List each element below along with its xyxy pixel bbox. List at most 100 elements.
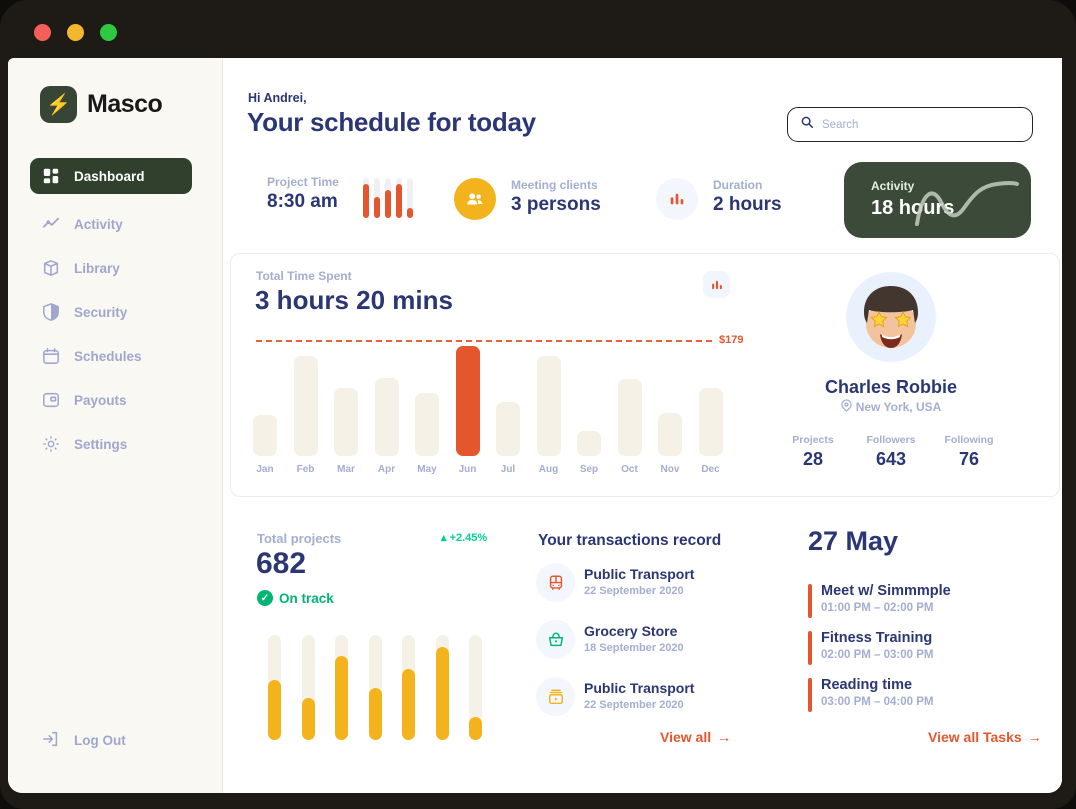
arrow-right-icon: → (717, 729, 731, 745)
stat-label: Project Time (267, 175, 339, 189)
logout-button[interactable]: Log Out (42, 730, 126, 751)
task-row[interactable]: Fitness Training 02:00 PM – 03:00 PM (808, 630, 1038, 666)
line-chart-icon (42, 215, 60, 233)
app-window: ⚡ Masco Dashboard Act (0, 0, 1076, 809)
transaction-date: 22 September 2020 (584, 699, 684, 711)
check-circle-icon: ✓ (257, 590, 273, 606)
mini-bar-fill (374, 197, 380, 218)
projects-chart-bar-fill (436, 647, 449, 740)
threshold-label: $179 (719, 334, 743, 346)
task-row[interactable]: Meet w/ Simmmple 01:00 PM – 02:00 PM (808, 583, 1038, 619)
basket-icon (536, 620, 575, 659)
projects-chart-bar-fill (402, 669, 415, 740)
activity-card[interactable]: Activity 18 hours (844, 162, 1031, 238)
sidebar-item-label: Schedules (74, 349, 142, 364)
view-all-tasks-link[interactable]: View all Tasks→ (928, 729, 1042, 745)
task-time: 02:00 PM – 03:00 PM (821, 649, 934, 661)
arrow-right-icon: → (1028, 729, 1042, 745)
stat-duration: Duration 2 hours (713, 178, 782, 216)
time-chart-bar (334, 388, 358, 456)
sidebar-item-activity[interactable]: Activity (8, 202, 222, 246)
task-title: Fitness Training (821, 630, 932, 646)
avatar[interactable] (846, 272, 936, 362)
mini-bar-fill (396, 184, 402, 218)
monthly-bar-chart: Jan Feb Mar Apr May Jun Jul Aug Sep Oct … (253, 346, 739, 475)
transaction-name: Public Transport (584, 566, 694, 582)
stat-value: 2 hours (713, 194, 782, 216)
status-label: On track (279, 591, 334, 606)
book-icon (42, 259, 60, 277)
profile-stat-following: Following 76 (939, 434, 999, 470)
chart-options-button[interactable] (703, 271, 730, 298)
bar-chart-icon (656, 178, 698, 220)
search-input[interactable] (822, 119, 1020, 131)
logout-icon (42, 730, 60, 751)
projects-bar-chart (268, 635, 503, 740)
task-accent-bar (808, 631, 812, 665)
window-body: ⚡ Masco Dashboard Act (8, 58, 1062, 793)
stat-value: 8:30 am (267, 191, 339, 213)
transaction-row[interactable]: Grocery Store 18 September 2020 (536, 620, 796, 660)
sidebar-item-payouts[interactable]: Payouts (8, 378, 222, 422)
sidebar-item-settings[interactable]: Settings (8, 422, 222, 466)
mini-bar-fill (407, 208, 413, 218)
bus-icon (536, 563, 575, 602)
search-box[interactable] (787, 107, 1033, 142)
titlebar[interactable] (0, 0, 1076, 58)
card-value: 3 hours 20 mins (255, 285, 453, 316)
time-chart-bar (537, 356, 561, 456)
stat-label: Duration (713, 178, 782, 192)
gear-icon (42, 435, 60, 453)
sidebar-item-label: Library (74, 261, 120, 276)
projects-chart-bar-fill (469, 717, 482, 740)
profile-location: New York, USA (791, 399, 991, 415)
wallet-icon (536, 677, 575, 716)
zoom-window-button[interactable] (100, 24, 117, 41)
time-chart-bar (375, 378, 399, 456)
stat-meeting: Meeting clients 3 persons (511, 178, 601, 216)
activity-label: Activity (871, 179, 914, 193)
total-time-card: Total Time Spent 3 hours 20 mins $179 Ja… (230, 253, 1060, 497)
mini-bars-chart (363, 178, 417, 218)
sidebar-item-schedules[interactable]: Schedules (8, 334, 222, 378)
logout-label: Log Out (74, 733, 126, 748)
card-label: Total Time Spent (256, 269, 352, 283)
time-chart-bar (496, 402, 520, 456)
sidebar-item-label: Security (74, 305, 127, 320)
transaction-row[interactable]: Public Transport 22 September 2020 (536, 563, 796, 603)
transaction-date: 22 September 2020 (584, 585, 684, 597)
close-window-button[interactable] (34, 24, 51, 41)
transaction-date: 18 September 2020 (584, 642, 684, 654)
profile-stats: Projects 28 Followers 643 Following 76 (783, 434, 999, 470)
projects-chart-bar-fill (268, 680, 281, 740)
lightning-icon: ⚡ (40, 86, 77, 123)
sidebar-item-label: Payouts (74, 393, 127, 408)
profile-stat-followers: Followers 643 (861, 434, 921, 470)
total-projects-value: 682 (256, 547, 306, 581)
projects-delta: ▴ +2.45% (441, 531, 487, 544)
transaction-row[interactable]: Public Transport 22 September 2020 (536, 677, 796, 717)
task-row[interactable]: Reading time 03:00 PM – 04:00 PM (808, 677, 1038, 713)
brand-logo: ⚡ Masco (40, 86, 162, 123)
transaction-name: Grocery Store (584, 623, 677, 639)
time-chart-bar (658, 413, 682, 456)
sidebar-nav: Dashboard Activity Library (8, 158, 222, 466)
sidebar-item-library[interactable]: Library (8, 246, 222, 290)
greeting: Hi Andrei, (248, 91, 307, 105)
threshold-line (256, 340, 712, 342)
sidebar-item-dashboard[interactable]: Dashboard (30, 158, 192, 194)
shield-icon (42, 303, 60, 321)
status-badge: ✓ On track (257, 590, 334, 606)
minimize-window-button[interactable] (67, 24, 84, 41)
total-projects-label: Total projects (257, 531, 341, 546)
time-chart-bar (415, 393, 439, 456)
stat-project-time: Project Time 8:30 am (267, 175, 339, 213)
task-time: 01:00 PM – 02:00 PM (821, 602, 934, 614)
stat-value: 3 persons (511, 194, 601, 216)
brand-name: Masco (87, 90, 162, 119)
people-icon (454, 178, 496, 220)
time-chart-bar (253, 415, 277, 456)
sidebar-item-security[interactable]: Security (8, 290, 222, 334)
view-all-transactions-link[interactable]: View all→ (660, 729, 731, 745)
main-content: Hi Andrei, Your schedule for today Proje… (223, 58, 1062, 793)
